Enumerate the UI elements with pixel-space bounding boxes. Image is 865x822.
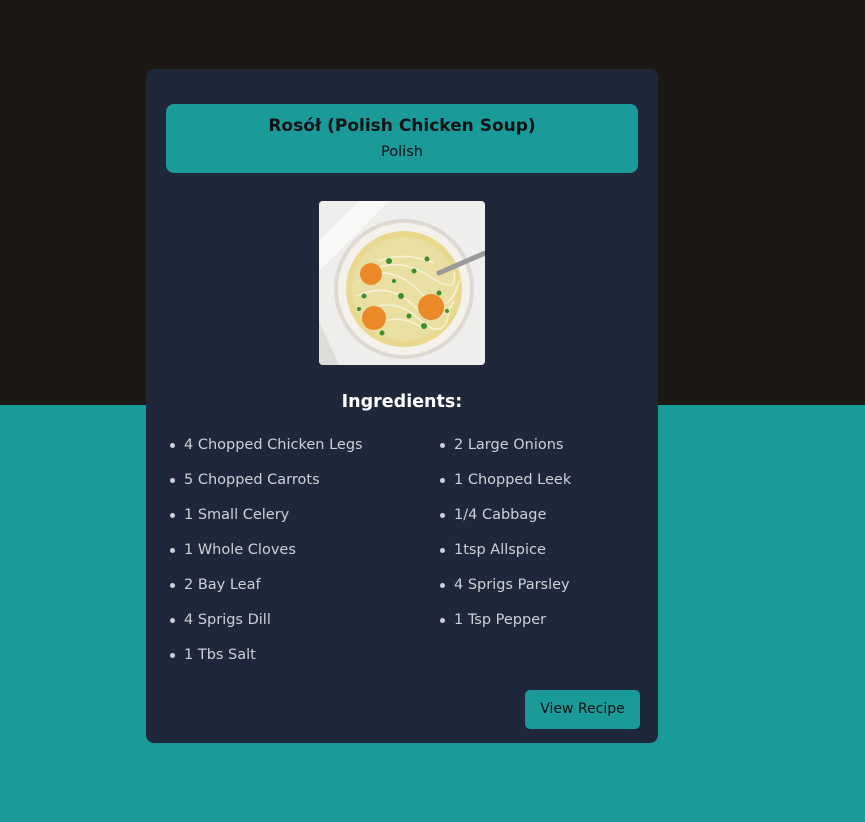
ingredient-item: 1tsp Allspice — [440, 538, 650, 573]
ingredient-item: 4 Sprigs Parsley — [440, 573, 650, 608]
ingredient-item: 1 Tbs Salt — [170, 643, 410, 678]
recipe-photo — [319, 201, 485, 365]
ingredient-item: 5 Chopped Carrots — [170, 468, 410, 503]
ingredient-item: 1/4 Cabbage — [440, 503, 650, 538]
recipe-title: Rosół (Polish Chicken Soup) — [268, 116, 536, 136]
ingredients-list-right: 2 Large Onions 1 Chopped Leek 1/4 Cabbag… — [440, 433, 650, 643]
ingredients-list-left: 4 Chopped Chicken Legs 5 Chopped Carrots… — [170, 433, 410, 678]
ingredient-item: 2 Bay Leaf — [170, 573, 410, 608]
ingredient-item: 1 Tsp Pepper — [440, 608, 650, 643]
ingredient-item: 1 Small Celery — [170, 503, 410, 538]
recipe-cuisine: Polish — [381, 144, 423, 160]
ingredients-heading: Ingredients: — [341, 392, 463, 412]
ingredient-item: 4 Sprigs Dill — [170, 608, 410, 643]
ingredient-item: 1 Whole Cloves — [170, 538, 410, 573]
recipe-card: Rosół (Polish Chicken Soup) Polish Ingre… — [146, 69, 658, 743]
ingredient-item: 2 Large Onions — [440, 433, 650, 468]
ingredient-item: 4 Chopped Chicken Legs — [170, 433, 410, 468]
ingredient-item: 1 Chopped Leek — [440, 468, 650, 503]
recipe-header: Rosół (Polish Chicken Soup) Polish — [166, 104, 638, 173]
view-recipe-button[interactable]: View Recipe — [525, 690, 640, 729]
